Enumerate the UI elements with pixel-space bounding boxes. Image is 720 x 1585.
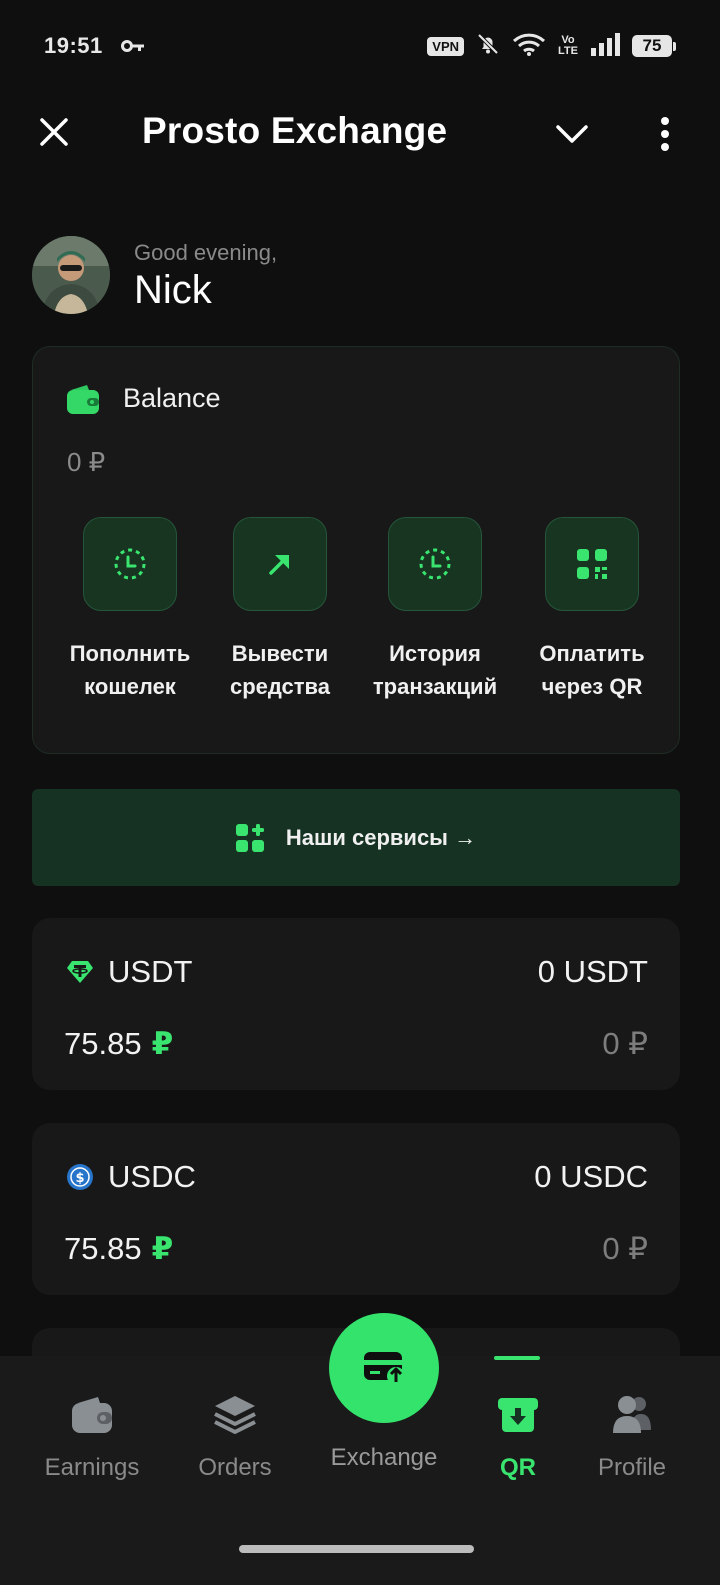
- app-title: Prosto Exchange: [142, 110, 448, 151]
- action-label: Пополнить кошелек: [69, 641, 191, 699]
- history-icon-box: [388, 517, 482, 611]
- asset-amount: 0 USDC: [534, 1159, 648, 1194]
- asset-header: $ USDC 0 USDC: [66, 1159, 648, 1195]
- apps-add-icon: [235, 823, 264, 852]
- balance-value: 0 ₽: [67, 447, 106, 477]
- ruble-symbol: ₽: [151, 1026, 174, 1061]
- withdraw-icon-box: [233, 517, 327, 611]
- asset-details: 75.85 ₽ 0 ₽: [64, 1026, 648, 1062]
- arrow-up-right-icon: [269, 555, 289, 575]
- asset-rate: 75.85: [64, 1026, 142, 1061]
- action-label: Оплатить через QR: [539, 641, 645, 699]
- user-name: Nick: [134, 267, 212, 312]
- users-icon: [608, 1390, 656, 1438]
- asset-details: 75.85 ₽ 0 ₽: [64, 1231, 648, 1267]
- asset-rate: 75.85: [64, 1231, 142, 1266]
- more-menu-button[interactable]: [650, 112, 680, 156]
- nav-exchange[interactable]: [329, 1313, 439, 1423]
- layers-icon: [211, 1390, 259, 1438]
- asset-name: USDT: [108, 954, 193, 989]
- close-icon: [40, 118, 68, 146]
- nav-exchange-label: Exchange: [330, 1444, 438, 1471]
- tether-icon: [67, 961, 93, 983]
- status-bar: 19:51 VPN Vo LTE 75: [0, 0, 720, 92]
- expand-button[interactable]: [552, 114, 592, 154]
- card-exchange-icon: [364, 1352, 405, 1385]
- balance-header: Balance: [67, 383, 221, 414]
- ruble-symbol: ₽: [151, 1231, 174, 1266]
- services-label: Наши сервисы →: [285, 824, 477, 850]
- status-indicators: VPN Vo LTE 75: [427, 32, 676, 61]
- balance-actions: Пополнить кошелек Вывести средства Истор…: [33, 517, 681, 717]
- svg-text:$: $: [75, 1171, 84, 1186]
- asset-fiat-value: 0 ₽: [602, 1231, 648, 1266]
- qr-code-icon: [577, 549, 607, 579]
- nav-earnings[interactable]: Earnings: [20, 1356, 164, 1482]
- usdc-icon: $: [67, 1164, 93, 1190]
- clock-icon: [114, 548, 146, 580]
- status-time: 19:51: [44, 33, 103, 58]
- action-label: Вывести средства: [229, 641, 331, 699]
- more-vertical-icon: [661, 117, 669, 151]
- asset-fiat-value: 0 ₽: [602, 1026, 648, 1061]
- user-greeting: Good evening, Nick: [32, 236, 277, 314]
- balance-card: Balance 0 ₽ Пополнить кошелек Вывести ср…: [32, 346, 680, 754]
- key-icon: [120, 39, 145, 53]
- bell-off-icon: [476, 32, 500, 61]
- vpn-badge: VPN: [427, 36, 465, 56]
- nav-label: Orders: [198, 1454, 272, 1481]
- clock-icon: [419, 548, 451, 580]
- active-tab-indicator: [494, 1356, 540, 1360]
- our-services-button[interactable]: Наши сервисы →: [32, 789, 680, 886]
- close-button[interactable]: [36, 114, 72, 150]
- nav-label: Profile: [597, 1454, 667, 1481]
- top-up-wallet-button[interactable]: Пополнить кошелек: [55, 517, 205, 703]
- qr-download-icon: [494, 1390, 542, 1438]
- app-bar: Prosto Exchange: [0, 92, 720, 178]
- battery-icon: 75: [632, 35, 676, 57]
- asset-card-usdt[interactable]: USDT 0 USDT 75.85 ₽ 0 ₽: [32, 918, 680, 1090]
- wallet-icon: [68, 1390, 116, 1438]
- chevron-down-icon: [556, 125, 588, 143]
- signal-icon: [590, 32, 620, 61]
- qr-icon-box: [545, 517, 639, 611]
- avatar[interactable]: [32, 236, 110, 314]
- nav-label: QR: [500, 1454, 536, 1481]
- nav-profile[interactable]: Profile: [560, 1356, 704, 1482]
- wallet-icon: [67, 384, 99, 414]
- top-up-icon-box: [83, 517, 177, 611]
- volte-indicator: Vo LTE: [558, 34, 578, 57]
- home-indicator[interactable]: [239, 1545, 474, 1553]
- nav-orders[interactable]: Orders: [163, 1356, 307, 1482]
- action-label: История транзакций: [372, 641, 498, 699]
- asset-header: USDT 0 USDT: [66, 954, 648, 990]
- transaction-history-button[interactable]: История транзакций: [360, 517, 510, 703]
- pay-via-qr-button[interactable]: Оплатить через QR: [517, 517, 667, 703]
- asset-name: USDC: [108, 1159, 196, 1194]
- balance-label: Balance: [123, 383, 221, 413]
- asset-amount: 0 USDT: [537, 954, 648, 989]
- battery-level: 75: [632, 35, 672, 57]
- greeting-subtitle: Good evening,: [134, 239, 278, 265]
- nav-label: Earnings: [44, 1454, 140, 1481]
- wifi-icon: [512, 32, 546, 61]
- withdraw-button[interactable]: Вывести средства: [205, 517, 355, 703]
- asset-card-usdc[interactable]: $ USDC 0 USDC 75.85 ₽ 0 ₽: [32, 1123, 680, 1295]
- greeting-text: Good evening, Nick: [134, 238, 277, 313]
